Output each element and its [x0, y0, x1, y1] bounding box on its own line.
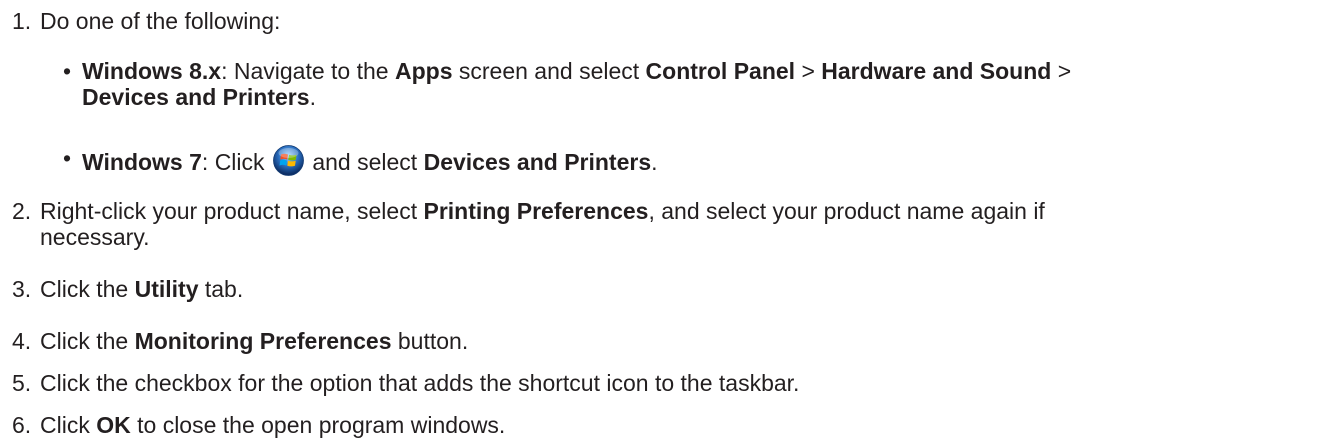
windows-start-orb-icon	[273, 145, 304, 176]
step-text: Click OK to close the open program windo…	[40, 412, 505, 439]
substep-windows8-line1: Windows 8.x: Navigate to the Apps screen…	[82, 58, 1071, 85]
utility-tab-label: Utility	[134, 276, 199, 302]
os-label: Windows 7	[82, 149, 202, 175]
os-label: Windows 8.x	[82, 58, 222, 84]
step-number: 6.	[12, 412, 32, 438]
path-separator: >	[1051, 58, 1072, 84]
menu-path-devices-printers: Devices and Printers	[423, 149, 652, 175]
step-text: Click the checkbox for the option that a…	[40, 370, 800, 396]
substep-windows8-line2: Devices and Printers.	[82, 84, 316, 111]
text-run: and select	[305, 149, 424, 175]
bullet-marker: •	[63, 145, 72, 171]
monitoring-preferences-label: Monitoring Preferences	[134, 328, 392, 354]
step-text: Click the Utility tab.	[40, 276, 243, 303]
text-run: .	[651, 149, 658, 175]
text-run: , and select your product name again if	[648, 198, 1045, 224]
step-text-line2: necessary.	[40, 224, 150, 250]
text-run: .	[309, 84, 316, 110]
text-run: button.	[391, 328, 469, 354]
step-number: 3.	[12, 276, 32, 302]
screen-name: Apps	[394, 58, 453, 84]
path-separator: >	[795, 58, 822, 84]
text-run: to close the open program windows.	[130, 412, 506, 438]
text-run: : Navigate to the	[221, 58, 395, 84]
step-text: Click the Monitoring Preferences button.	[40, 328, 468, 355]
bullet-marker: •	[63, 58, 72, 84]
text-run: Click the	[40, 328, 135, 354]
step-text: Do one of the following:	[40, 8, 281, 34]
step-number: 5.	[12, 370, 32, 396]
text-run: : Click	[201, 149, 265, 175]
text-run: Click the	[40, 276, 135, 302]
substep-windows7-line: Windows 7: Click and select Devices and …	[82, 145, 658, 176]
printing-preferences-label: Printing Preferences	[423, 198, 649, 224]
step-text-line1: Right-click your product name, select Pr…	[40, 198, 1045, 225]
step-number: 4.	[12, 328, 32, 354]
text-run: tab.	[198, 276, 244, 302]
menu-path-hardware-sound: Hardware and Sound	[821, 58, 1052, 84]
menu-path-control-panel: Control Panel	[645, 58, 796, 84]
text-run: Click	[40, 412, 97, 438]
text-run: Right-click your product name, select	[40, 198, 424, 224]
instruction-document: 1. Do one of the following: • Windows 8.…	[0, 0, 1327, 444]
step-number: 1.	[12, 8, 32, 34]
step-number: 2.	[12, 198, 32, 224]
text-run: screen and select	[452, 58, 646, 84]
ok-label: OK	[96, 412, 131, 438]
menu-path-devices-printers: Devices and Printers	[82, 84, 310, 110]
